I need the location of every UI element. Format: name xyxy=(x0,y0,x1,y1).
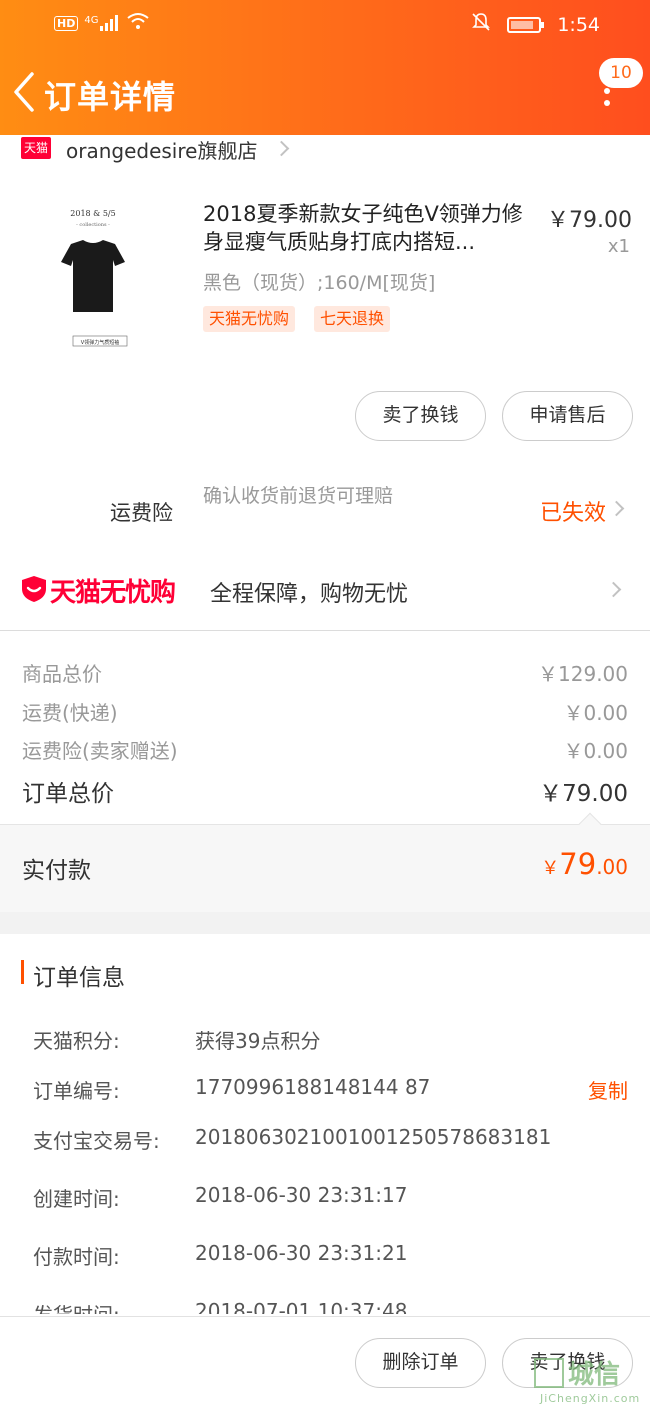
price-row-goods-total: 商品总价 ￥129.00 xyxy=(0,658,650,688)
watermark-sub: JiChengXin.com xyxy=(540,1392,641,1405)
price-label: 运费险(卖家赠送) xyxy=(22,739,178,763)
info-row-paid: 付款时间: 2018-06-30 23:31:21 xyxy=(0,1241,650,1271)
product-image[interactable]: 2018 & 5/5 - collections - V领弹力气质短袖 xyxy=(33,200,153,350)
chevron-right-icon xyxy=(273,140,290,157)
status-bar: HD 4G 1:54 xyxy=(0,0,650,50)
info-key: 订单编号: xyxy=(33,1079,120,1103)
apply-after-sale-button[interactable]: 申请售后 xyxy=(502,391,633,441)
more-dot-icon xyxy=(604,100,610,106)
message-count-badge[interactable]: 10 xyxy=(599,58,643,88)
wifi-icon xyxy=(126,12,150,34)
delete-order-button[interactable]: 删除订单 xyxy=(355,1338,486,1388)
app-header: HD 4G 1:54 订单详情 10 xyxy=(0,0,650,135)
shield-icon xyxy=(22,576,46,602)
copy-button[interactable]: 复制 xyxy=(588,1075,628,1104)
watermark-logo-icon xyxy=(534,1358,564,1388)
info-key: 创建时间: xyxy=(33,1187,120,1211)
info-value: 2018-06-30 23:31:21 xyxy=(195,1241,408,1265)
back-button[interactable] xyxy=(10,66,40,116)
price-value: ￥0.00 xyxy=(563,739,628,763)
mute-bell-icon xyxy=(471,12,491,37)
product-price: ￥79.00 xyxy=(547,208,632,233)
image-caption-sub: - collections - xyxy=(76,222,110,228)
more-dot-icon xyxy=(604,88,610,94)
info-key: 发货时间: xyxy=(33,1299,120,1314)
price-row-insurance: 运费险(卖家赠送) ￥0.00 xyxy=(0,735,650,765)
image-caption-bottom: V领弹力气质短袖 xyxy=(81,339,119,346)
order-total-label: 订单总价 xyxy=(22,781,114,807)
paid-amount-box: 实付款 ￥79.00 xyxy=(0,812,650,912)
insurance-status: 已失效 xyxy=(539,501,606,526)
site-watermark: 城信 JiChengXin.com xyxy=(532,1352,650,1408)
watermark-text: 城信 xyxy=(568,1360,621,1390)
status-right: 1:54 xyxy=(471,12,600,37)
tag-worry-free: 天猫无忧购 xyxy=(203,306,296,332)
info-value: 2018063021001001250578683181 xyxy=(195,1125,552,1149)
page-title: 订单详情 xyxy=(44,78,177,116)
order-info-heading: 订单信息 xyxy=(33,965,125,991)
info-key: 支付宝交易号: xyxy=(33,1129,160,1153)
back-arrow-icon xyxy=(14,72,34,112)
info-row-order-number: 订单编号: 1770996188148144 87 复制 xyxy=(0,1075,650,1105)
heading-accent-bar xyxy=(21,960,24,984)
paid-label: 实付款 xyxy=(22,858,91,884)
price-value: ￥129.00 xyxy=(538,662,628,686)
info-row-points: 天猫积分: 获得39点积分 xyxy=(0,1025,650,1055)
order-total-value: ￥79.00 xyxy=(539,781,628,807)
order-info-section: 订单信息 天猫积分: 获得39点积分 订单编号: 177099618814814… xyxy=(0,934,650,1314)
hd-badge: HD xyxy=(54,15,79,31)
chevron-right-icon xyxy=(605,581,622,598)
worry-free-brand: 天猫无忧购 xyxy=(50,578,176,608)
paid-currency: ￥ xyxy=(541,858,560,879)
signal-icon: 4G xyxy=(84,15,120,31)
info-row-created: 创建时间: 2018-06-30 23:31:17 xyxy=(0,1183,650,1213)
product-quantity: x1 xyxy=(607,236,630,257)
title-bar: 订单详情 10 xyxy=(0,58,650,128)
more-menu-button[interactable] xyxy=(598,88,614,138)
info-value: 获得39点积分 xyxy=(195,1029,321,1053)
price-row-shipping: 运费(快递) ￥0.00 xyxy=(0,697,650,727)
battery-icon xyxy=(507,16,545,33)
tag-seven-day-return: 七天退换 xyxy=(314,306,391,332)
price-row-order-total: 订单总价 ￥79.00 xyxy=(0,774,650,807)
status-time: 1:54 xyxy=(557,13,600,36)
worry-free-desc: 全程保障，购物无忧 xyxy=(210,582,409,607)
insurance-desc: 确认收货前退货可理赔 xyxy=(203,485,394,507)
product-spec: 黑色（现货）;160/M[现货] xyxy=(203,272,436,294)
info-key: 付款时间: xyxy=(33,1245,120,1269)
insurance-label: 运费险 xyxy=(110,501,173,525)
tshirt-icon xyxy=(61,240,125,312)
image-caption-top: 2018 & 5/5 xyxy=(70,209,115,218)
product-title[interactable]: 2018夏季新款女子纯色V领弹力修身显瘦气质贴身打底内搭短... xyxy=(203,200,533,256)
status-left: HD 4G xyxy=(54,12,150,34)
shop-name[interactable]: orangedesire旗舰店 xyxy=(66,135,257,164)
sell-for-cash-button[interactable]: 卖了换钱 xyxy=(355,391,486,441)
section-gap xyxy=(0,912,650,934)
paid-amount: ￥79.00 xyxy=(541,847,628,881)
paid-integer: 79 xyxy=(559,847,597,881)
worry-free-row[interactable]: 天猫无忧购 全程保障，购物无忧 xyxy=(0,566,650,616)
freight-insurance-row[interactable]: 运费险 确认收货前退货可理赔 已失效 xyxy=(0,482,650,542)
info-value: 2018-06-30 23:31:17 xyxy=(195,1183,408,1207)
info-value[interactable]: 1770996188148144 87 xyxy=(195,1075,430,1099)
info-row-shipped: 发货时间: 2018-07-01 10:37:48 xyxy=(0,1299,650,1314)
tmall-logo-icon: 天猫 xyxy=(21,137,51,159)
chevron-right-icon xyxy=(608,500,625,517)
price-label: 商品总价 xyxy=(22,662,102,686)
price-value: ￥0.00 xyxy=(563,701,628,725)
section-divider xyxy=(0,630,650,631)
info-key: 天猫积分: xyxy=(33,1029,120,1053)
shop-row[interactable]: 天猫 orangedesire旗舰店 xyxy=(0,135,650,163)
paid-notch xyxy=(578,812,602,836)
signal-label: 4G xyxy=(84,15,99,26)
product-item[interactable]: 2018 & 5/5 - collections - V领弹力气质短袖 2018… xyxy=(0,180,650,360)
info-row-alipay-number: 支付宝交易号: 2018063021001001250578683181 xyxy=(0,1125,650,1155)
price-label: 运费(快递) xyxy=(22,701,118,725)
paid-decimal: .00 xyxy=(596,855,628,879)
info-value: 2018-07-01 10:37:48 xyxy=(195,1299,408,1314)
